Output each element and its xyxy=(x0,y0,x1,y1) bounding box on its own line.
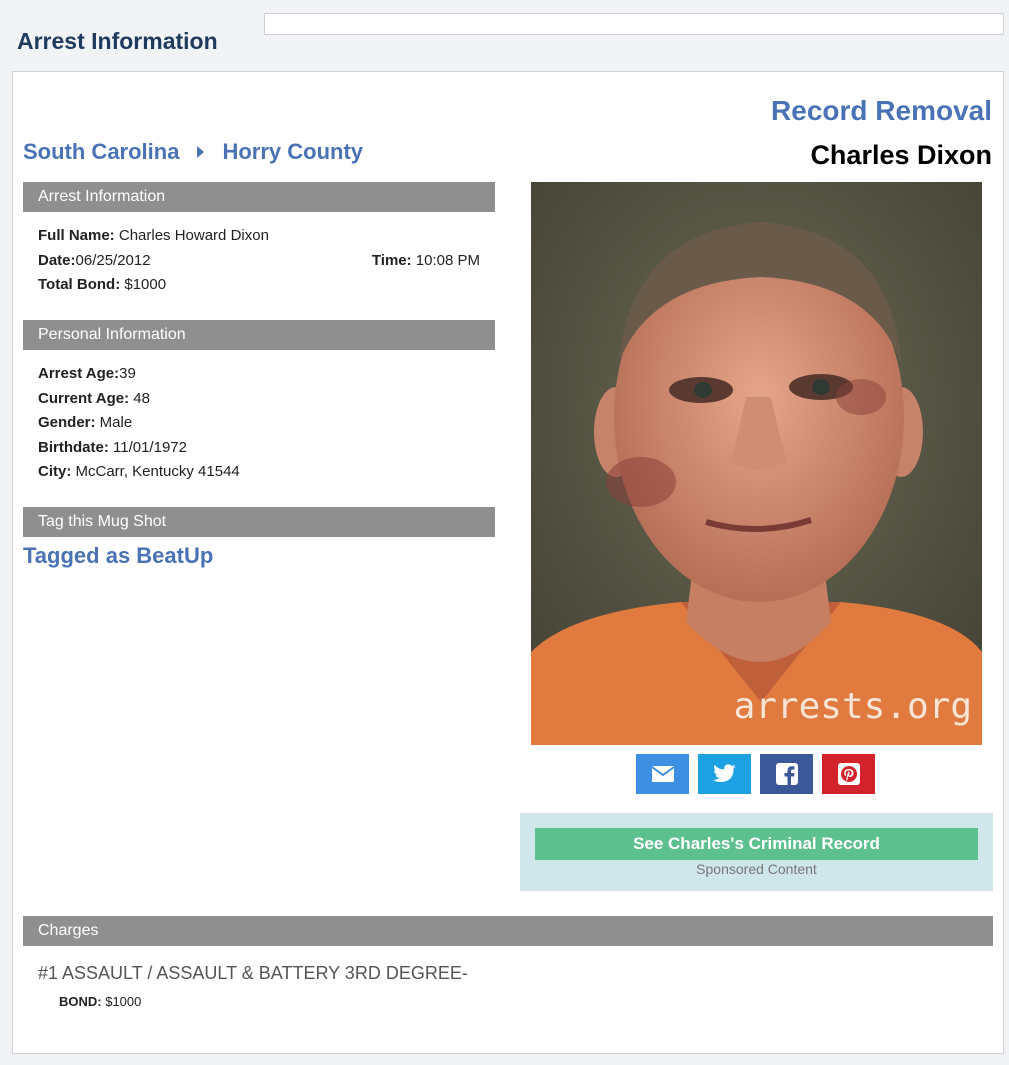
full-name-label: Full Name: xyxy=(38,227,115,244)
current-age-value: 48 xyxy=(129,389,150,407)
personal-info-header: Personal Information xyxy=(23,320,495,350)
breadcrumb-state-link[interactable]: South Carolina xyxy=(23,139,179,165)
twitter-bird-icon xyxy=(712,764,736,782)
time-field: Time: 10:08 PM xyxy=(372,249,480,274)
sponsored-note: Sponsored Content xyxy=(696,861,817,877)
time-value: 10:08 PM xyxy=(411,251,480,269)
record-removal-link[interactable]: Record Removal xyxy=(771,95,992,127)
gender-value: Male xyxy=(95,414,133,431)
envelope-icon xyxy=(650,766,675,782)
arrest-panel: Record Removal Charles Dixon South Carol… xyxy=(12,71,1004,1054)
birthdate-row: Birthdate: 11/01/1972 xyxy=(38,436,483,461)
full-name-row: Full Name: Charles Howard Dixon xyxy=(38,224,483,249)
arrest-age-label: Arrest Age: xyxy=(38,365,120,382)
current-age-label: Current Age: xyxy=(38,389,130,407)
current-age-row: Current Age: 48 xyxy=(38,387,483,412)
breadcrumb: South Carolina Horry County xyxy=(23,139,363,165)
date-value: 06/25/2012 xyxy=(75,251,151,269)
gender-row: Gender: Male xyxy=(38,411,483,436)
criminal-record-button[interactable]: See Charles's Criminal Record xyxy=(535,828,978,860)
pinterest-icon xyxy=(837,763,860,785)
pinterest-share-button[interactable] xyxy=(822,754,875,794)
page-title: Arrest Information xyxy=(17,28,218,54)
charge-bond-value: $1000 xyxy=(101,994,142,1009)
twitter-share-button[interactable] xyxy=(698,754,751,794)
mugshot-watermark: arrests.org xyxy=(733,686,972,727)
gender-label: Gender: xyxy=(38,414,96,431)
breadcrumb-county-link[interactable]: Horry County xyxy=(222,139,363,165)
arrest-age-value: 39 xyxy=(119,365,136,382)
city-value: McCarr, Kentucky 41544 xyxy=(71,463,240,480)
arrest-info-header: Arrest Information xyxy=(23,182,495,212)
date-row: Date:06/25/2012 Time: 10:08 PM xyxy=(38,249,483,274)
mugshot-illustration xyxy=(531,182,982,745)
total-bond-label: Total Bond: xyxy=(38,276,121,293)
total-bond-value: $1000 xyxy=(120,276,167,293)
share-buttons xyxy=(636,754,875,794)
date-label: Date: xyxy=(38,251,76,269)
tagged-link[interactable]: Tagged as BeatUp xyxy=(23,543,213,569)
charge-bond-label: BOND: xyxy=(59,994,102,1009)
arrest-info-block: Full Name: Charles Howard Dixon Date:06/… xyxy=(38,224,483,298)
personal-info-block: Arrest Age:39 Current Age: 48 Gender: Ma… xyxy=(38,362,483,485)
total-bond-row: Total Bond: $1000 xyxy=(38,273,483,298)
sponsored-box: See Charles's Criminal Record Sponsored … xyxy=(520,813,993,891)
charge-bond: BOND: $1000 xyxy=(59,994,141,1009)
mugshot-photo: arrests.org xyxy=(531,182,982,745)
birthdate-value: 11/01/1972 xyxy=(108,438,187,456)
email-share-button[interactable] xyxy=(636,754,689,794)
facebook-icon xyxy=(775,763,798,785)
facebook-share-button[interactable] xyxy=(760,754,813,794)
person-name: Charles Dixon xyxy=(810,140,992,170)
tag-header: Tag this Mug Shot xyxy=(23,507,495,537)
time-label: Time: xyxy=(371,251,412,269)
arrest-age-row: Arrest Age:39 xyxy=(38,362,483,387)
birthdate-label: Birthdate: xyxy=(38,438,109,456)
charges-header: Charges xyxy=(23,916,993,946)
top-ad-box xyxy=(264,13,1004,35)
caret-right-icon xyxy=(197,146,205,158)
city-label: City: xyxy=(38,463,72,480)
full-name-value: Charles Howard Dixon xyxy=(114,227,269,244)
charge-title: #1 ASSAULT / ASSAULT & BATTERY 3RD DEGRE… xyxy=(38,963,468,983)
city-row: City: McCarr, Kentucky 41544 xyxy=(38,460,483,485)
